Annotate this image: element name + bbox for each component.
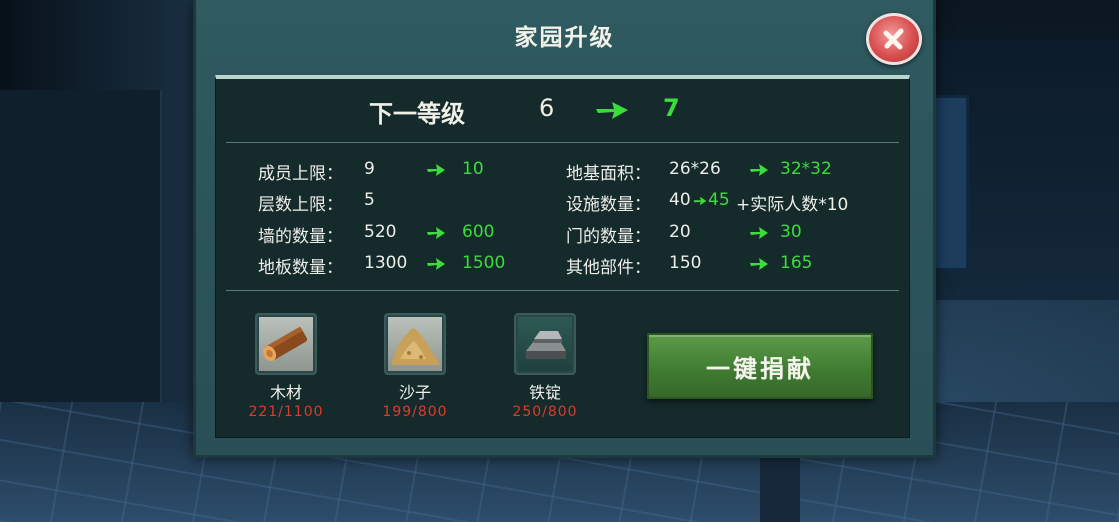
resource-name: 木材 xyxy=(269,383,302,402)
arrow-right-icon xyxy=(750,227,768,239)
dialog-title: 家园升级 xyxy=(514,25,615,51)
arrow-right-icon xyxy=(693,196,707,206)
level-row: 下一等级 6 7 xyxy=(216,79,909,139)
resource-count: 199/800 xyxy=(382,404,448,420)
resource-count: 221/1100 xyxy=(248,404,324,420)
resource-name: 铁锭 xyxy=(528,383,561,402)
resource-sand: 沙子 199/800 xyxy=(375,313,455,420)
resource-count: 250/800 xyxy=(512,404,578,420)
arrow-right-icon xyxy=(427,258,445,270)
arrow-right-icon xyxy=(596,102,628,119)
arrow-right-icon xyxy=(427,227,445,239)
resource-name: 沙子 xyxy=(398,383,431,402)
resource-iron: 铁锭 250/800 xyxy=(505,313,585,420)
divider xyxy=(226,142,899,143)
arrow-right-icon xyxy=(750,258,768,270)
next-level-label: 下一等级 xyxy=(369,100,465,128)
next-level: 7 xyxy=(663,94,680,122)
iron-ingot-icon xyxy=(526,331,566,359)
arrow-right-icon xyxy=(750,164,768,176)
wood-log-icon xyxy=(262,326,308,362)
current-level: 6 xyxy=(539,94,555,122)
divider xyxy=(226,290,899,291)
close-icon xyxy=(883,28,904,50)
close-button[interactable] xyxy=(866,13,922,65)
arrow-right-icon xyxy=(427,164,445,176)
resource-wood: 木材 221/1100 xyxy=(246,313,326,420)
donate-all-button[interactable]: 一键捐献 xyxy=(647,333,873,399)
sand-pile-icon xyxy=(391,328,440,365)
